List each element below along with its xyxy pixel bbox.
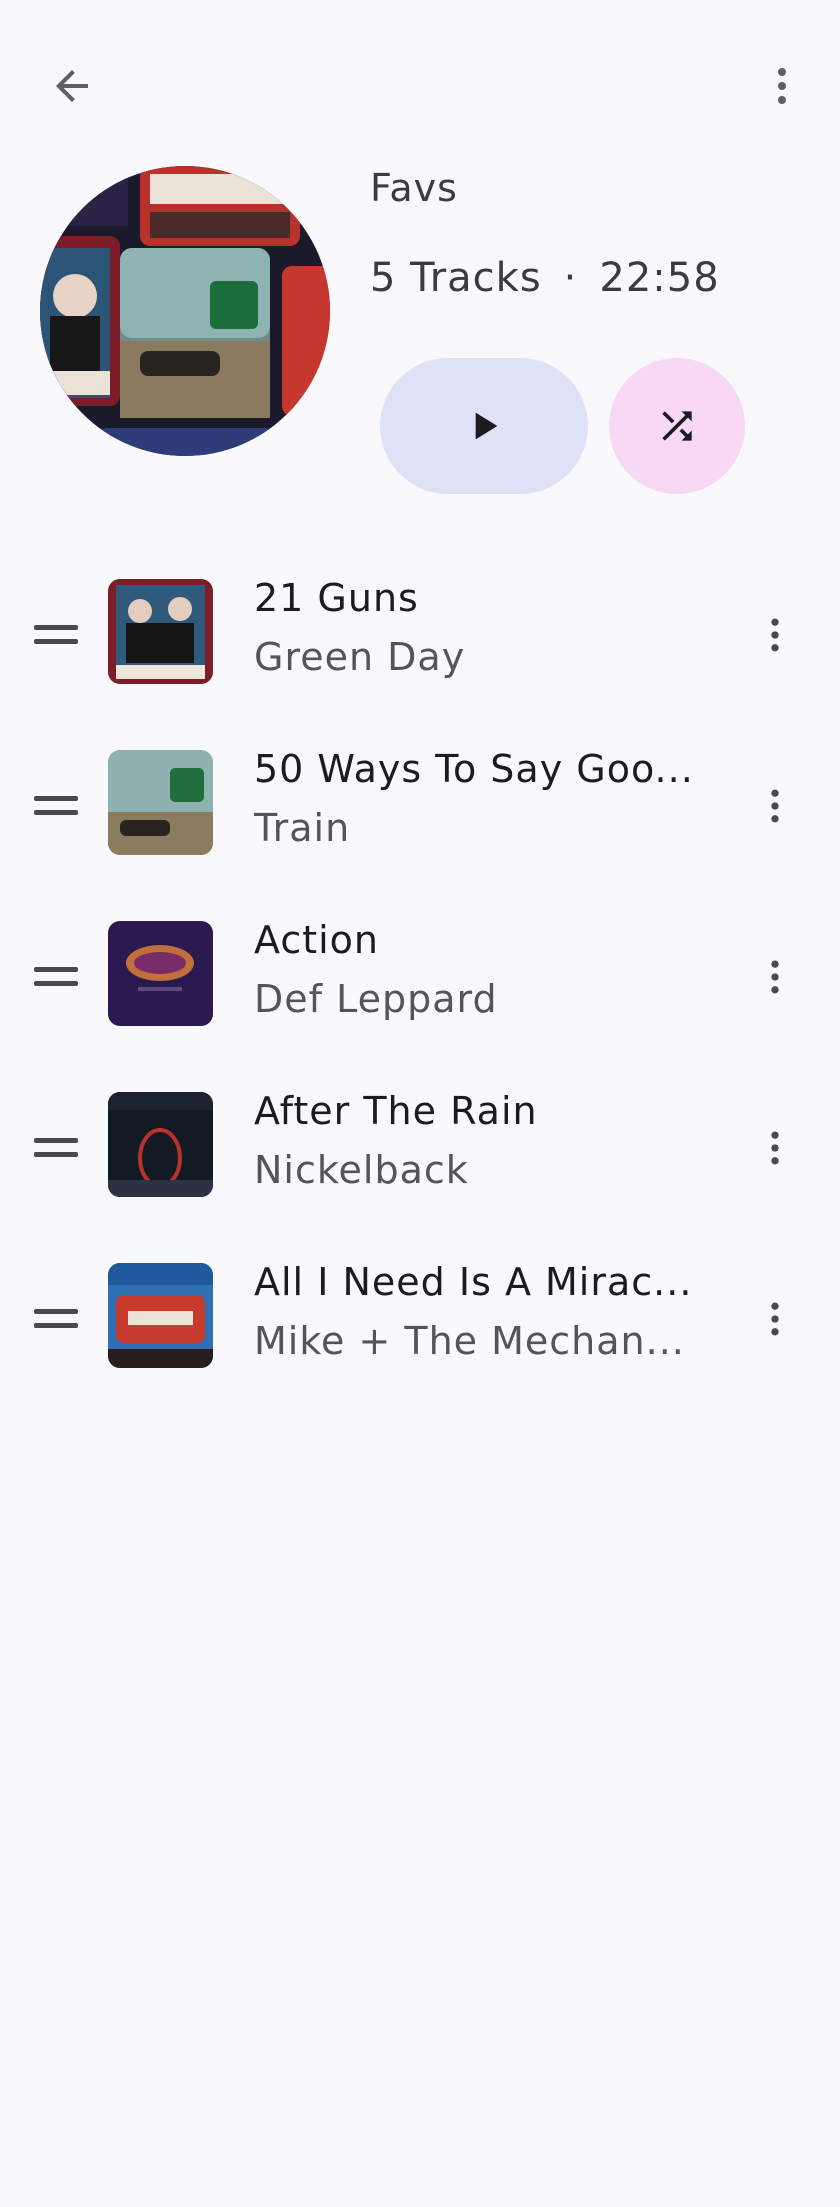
drag-handle-icon[interactable] [34, 960, 78, 994]
green-day-art [108, 579, 213, 684]
drag-handle-icon[interactable] [34, 789, 78, 823]
album-art [108, 579, 213, 684]
track-list: 21 Guns Green Day 50 Ways To Say Goo... … [0, 550, 840, 1405]
track-title: All I Need Is A Mirac... [254, 1260, 693, 1304]
album-art [108, 1092, 213, 1197]
track-more-button[interactable] [740, 771, 810, 841]
album-art [108, 921, 213, 1026]
nickelback-art [108, 1092, 213, 1197]
top-bar [0, 0, 840, 170]
play-button[interactable] [380, 358, 588, 494]
def-leppard-art [108, 921, 213, 1026]
track-title: After The Rain [254, 1089, 538, 1133]
track-title: Action [254, 918, 380, 962]
more-vert-icon [771, 960, 779, 994]
more-options-button[interactable] [746, 50, 818, 122]
playlist-title: Favs [370, 166, 458, 210]
track-row[interactable]: All I Need Is A Mirac... Mike + The Mech… [0, 1234, 840, 1405]
train-art [108, 750, 213, 855]
play-icon [475, 412, 498, 440]
track-more-button[interactable] [740, 942, 810, 1012]
track-row[interactable]: 50 Ways To Say Goo... Train [0, 721, 840, 892]
more-vert-icon [771, 789, 779, 823]
arrow-back-icon [56, 70, 88, 102]
album-art [108, 1263, 213, 1368]
more-vert-icon [771, 618, 779, 652]
more-vert-icon [778, 68, 786, 104]
track-count: 5 Tracks [370, 255, 542, 301]
track-title: 50 Ways To Say Goo... [254, 747, 694, 791]
track-row[interactable]: After The Rain Nickelback [0, 1063, 840, 1234]
track-row[interactable]: 21 Guns Green Day [0, 550, 840, 721]
drag-handle-icon[interactable] [34, 1302, 78, 1336]
mike-mechanics-art [108, 1263, 213, 1368]
track-more-button[interactable] [740, 1113, 810, 1183]
track-artist: Nickelback [254, 1148, 469, 1192]
back-button[interactable] [36, 50, 108, 122]
shuffle-button[interactable] [609, 358, 745, 494]
track-artist: Def Leppard [254, 977, 498, 1021]
shuffle-icon [662, 411, 692, 441]
meta-separator: · [563, 255, 578, 301]
playlist-screen: Favs 5 Tracks · 22:58 21 Guns Green Day … [0, 0, 840, 2207]
drag-handle-icon[interactable] [34, 618, 78, 652]
track-artist: Train [254, 806, 351, 850]
track-more-button[interactable] [740, 1284, 810, 1354]
track-title: 21 Guns [254, 576, 419, 620]
track-row[interactable]: Action Def Leppard [0, 892, 840, 1063]
drag-handle-icon[interactable] [34, 1131, 78, 1165]
playlist-cover [40, 166, 330, 456]
track-artist: Green Day [254, 635, 466, 679]
more-vert-icon [771, 1302, 779, 1336]
track-artist: Mike + The Mechan... [254, 1319, 685, 1363]
more-vert-icon [771, 1131, 779, 1165]
playlist-duration: 22:58 [599, 255, 720, 301]
track-more-button[interactable] [740, 600, 810, 670]
playlist-meta: 5 Tracks · 22:58 [370, 255, 720, 301]
album-art [108, 750, 213, 855]
